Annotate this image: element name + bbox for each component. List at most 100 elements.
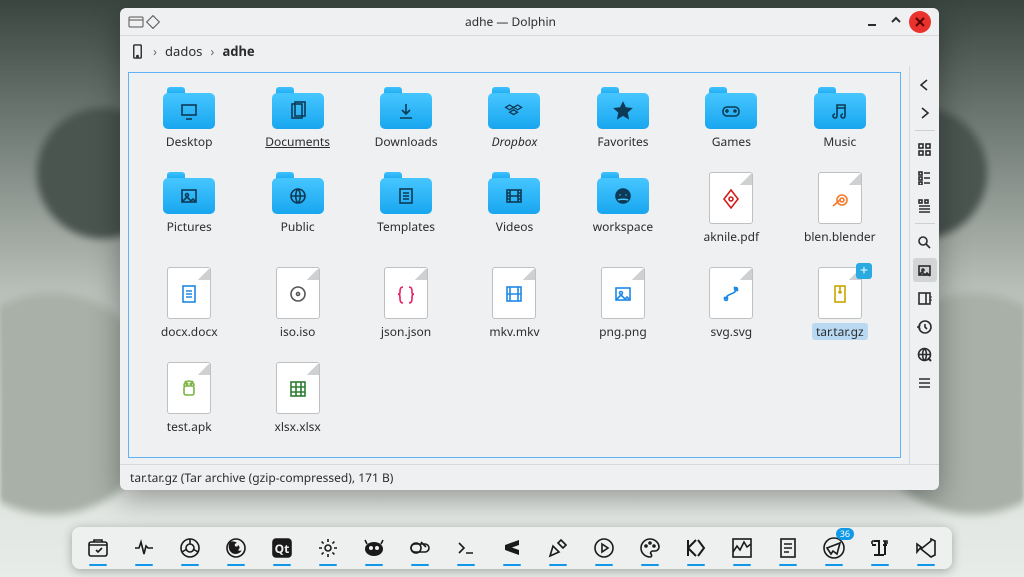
panel-right-button[interactable] [913,286,937,310]
file-blen-blender[interactable]: blen.blender [786,168,894,249]
folder-workspace[interactable]: workspace [569,168,677,249]
preview-button[interactable] [913,258,937,282]
file-mkv-mkv[interactable]: mkv.mkv [460,263,568,344]
folder-dropbox[interactable]: Dropbox [460,83,568,154]
firefox-icon [224,536,248,560]
item-label: Music [823,133,856,150]
back-button[interactable] [913,72,937,96]
item-label: Games [712,133,751,150]
taskbar-monitor[interactable] [128,530,160,566]
taskbar-qt[interactable]: Qt [266,530,298,566]
item-label: mkv.mkv [489,323,539,340]
taskbar-firefox[interactable] [220,530,252,566]
taskbar-play[interactable] [588,530,620,566]
close-button[interactable] [909,11,931,33]
editor-icon [546,536,570,560]
item-label: png.png [599,323,647,340]
crumb-dados[interactable]: dados [165,42,202,60]
taskbar-chrome[interactable] [174,530,206,566]
taskbar-palette[interactable] [634,530,666,566]
file-test-apk[interactable]: test.apk [135,358,243,439]
folder-downloads[interactable]: Downloads [352,83,460,154]
folder-icon [163,87,215,129]
pin-icon[interactable] [146,14,160,28]
palette-icon [638,536,662,560]
taskbar-toggle[interactable] [404,530,436,566]
breadcrumb-bar: › dados › adhe [120,36,939,66]
view-compact-button[interactable] [913,165,937,189]
file-png-png[interactable]: png.png [569,263,677,344]
history-button[interactable] [913,314,937,338]
item-label: aknile.pdf [704,228,760,245]
forward-button[interactable] [913,100,937,124]
file-docx-docx[interactable]: docx.docx [135,263,243,344]
item-label: Dropbox [492,133,538,150]
file-json-json[interactable]: json.json [352,263,460,344]
crumb-adhe[interactable]: adhe [222,42,254,60]
file-aknile-pdf[interactable]: aknile.pdf [677,168,785,249]
folder-icon [597,172,649,214]
folder-videos[interactable]: Videos [460,168,568,249]
folder-icon [380,87,432,129]
folder-public[interactable]: Public [243,168,351,249]
item-label: iso.iso [280,323,315,340]
view-details-button[interactable] [913,193,937,217]
folder-icon [597,87,649,129]
device-icon[interactable] [130,44,145,59]
taskbar-file-manager[interactable] [82,530,114,566]
folder-desktop[interactable]: Desktop [135,83,243,154]
taskbar: Qt 36 [72,527,952,569]
settings-icon [316,536,340,560]
item-label: blen.blender [804,228,876,245]
search-icon [917,235,932,250]
item-label: workspace [593,218,653,235]
view-icons-icon [917,142,932,157]
gimp-icon [362,536,386,560]
file-tar-tar-gz[interactable]: +tar.tar.gz [786,263,894,344]
file-icon [384,267,428,319]
file-svg-svg[interactable]: svg.svg [677,263,785,344]
item-label: docx.docx [161,323,218,340]
taskbar-telegram[interactable]: 36 [818,530,850,566]
folder-documents[interactable]: Documents [243,83,351,154]
folder-music[interactable]: Music [786,83,894,154]
taskbar-terminal[interactable] [450,530,482,566]
search-button[interactable] [913,230,937,254]
menu-button[interactable] [913,370,937,394]
network-button[interactable] [913,342,937,366]
item-label: tar.tar.gz [812,323,868,340]
file-xlsx-xlsx[interactable]: xlsx.xlsx [243,358,351,439]
file-iso-iso[interactable]: iso.iso [243,263,351,344]
taskbar-notes[interactable] [772,530,804,566]
taskbar-vscode[interactable] [910,530,942,566]
view-icons-button[interactable] [913,137,937,161]
network-icon [917,347,932,362]
folder-templates[interactable]: Templates [352,168,460,249]
taskbar-text-tool[interactable] [864,530,896,566]
folder-pictures[interactable]: Pictures [135,168,243,249]
minimize-button[interactable] [861,11,883,33]
taskbar-kate[interactable] [680,530,712,566]
taskbar-activity[interactable] [726,530,758,566]
file-icon [601,267,645,319]
item-label: Downloads [375,133,438,150]
taskbar-gimp[interactable] [358,530,390,566]
folder-games[interactable]: Games [677,83,785,154]
item-label: Desktop [166,133,213,150]
text-tool-icon [868,536,892,560]
view-details-icon [917,198,932,213]
taskbar-editor[interactable] [542,530,574,566]
item-label: json.json [381,323,431,340]
maximize-button[interactable] [885,11,907,33]
menu-icon [917,375,932,390]
vscode-icon [914,536,938,560]
folder-favorites[interactable]: Favorites [569,83,677,154]
taskbar-sublime[interactable] [496,530,528,566]
file-manager-icon [86,536,110,560]
item-label: Public [281,218,315,235]
taskbar-settings[interactable] [312,530,344,566]
file-grid-frame[interactable]: Desktop Documents Downloads Dropbox Favorite… [128,72,901,458]
folder-icon [488,172,540,214]
folder-icon [705,87,757,129]
badge: 36 [836,528,854,540]
